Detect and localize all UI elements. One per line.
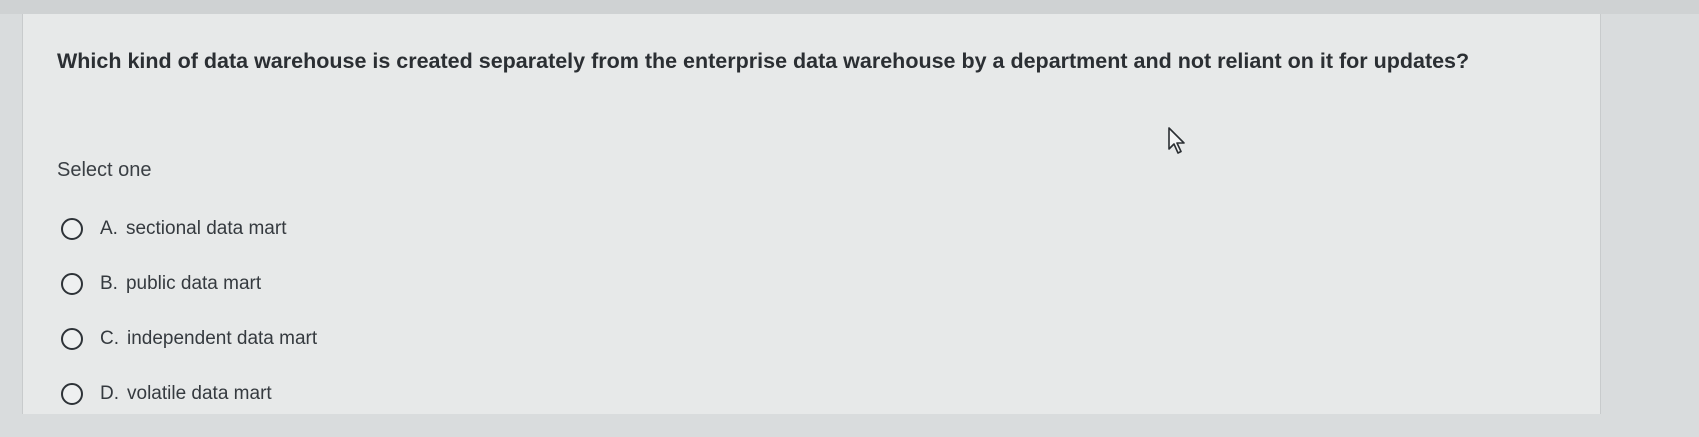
radio-button-b[interactable] — [61, 273, 83, 295]
top-strip — [0, 0, 1699, 14]
answer-options: A. sectional data mart B. public data ma… — [61, 217, 317, 437]
select-one-label: Select one — [57, 159, 152, 181]
question-card: Which kind of data warehouse is created … — [22, 14, 1601, 414]
option-a[interactable]: A. sectional data mart — [61, 217, 317, 241]
radio-button-d[interactable] — [61, 383, 83, 405]
option-c[interactable]: C. independent data mart — [61, 327, 317, 351]
option-c-letter: C. — [100, 328, 119, 349]
option-d[interactable]: D. volatile data mart — [61, 382, 317, 406]
question-text: Which kind of data warehouse is created … — [57, 49, 1470, 73]
option-d-letter: D. — [100, 383, 119, 404]
mouse-pointer-icon — [1168, 127, 1185, 154]
option-b-text[interactable]: public data mart — [126, 273, 261, 295]
option-a-letter: A. — [100, 218, 118, 239]
option-c-text[interactable]: independent data mart — [127, 328, 317, 350]
option-b-letter: B. — [100, 273, 118, 294]
option-b[interactable]: B. public data mart — [61, 272, 317, 296]
radio-button-a[interactable] — [61, 218, 83, 240]
option-d-text[interactable]: volatile data mart — [127, 383, 272, 405]
radio-button-c[interactable] — [61, 328, 83, 350]
option-a-text[interactable]: sectional data mart — [126, 218, 287, 240]
